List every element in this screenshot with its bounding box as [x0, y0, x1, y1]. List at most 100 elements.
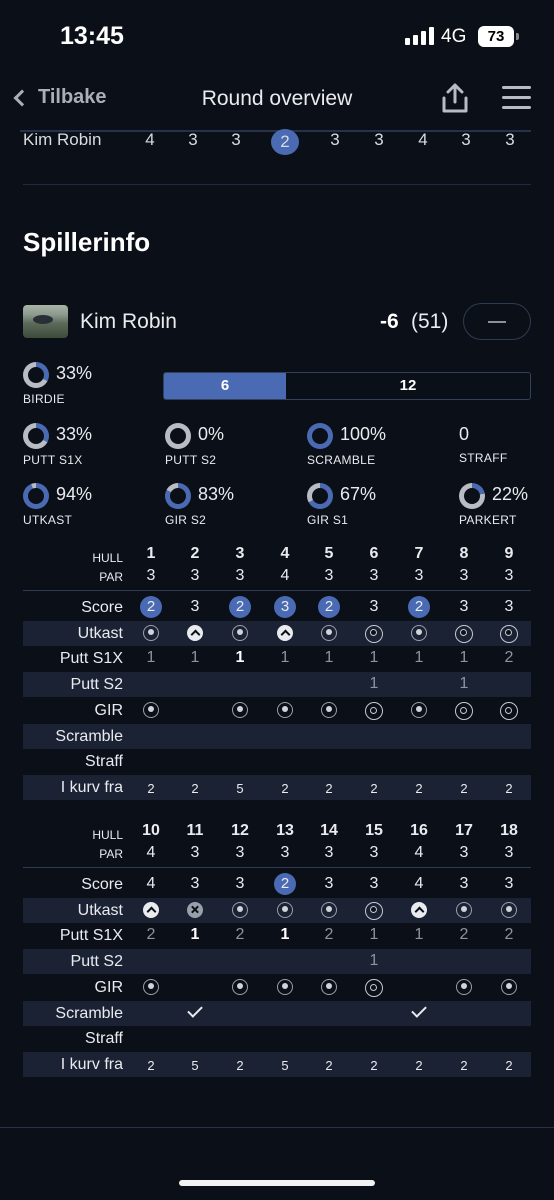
score-cell: 2 — [220, 596, 260, 618]
score-value: 3 — [459, 598, 469, 615]
nav-bar: Tilbake Round overview — [0, 78, 554, 124]
cell-value — [175, 1029, 215, 1049]
icon-cell — [265, 1004, 305, 1024]
basket-from-value: 5 — [281, 1057, 289, 1073]
icon-cell — [220, 727, 260, 747]
arrow-up-icon — [143, 901, 159, 918]
basket-from-value: 2 — [460, 780, 468, 796]
cell-value — [265, 1029, 305, 1049]
putt-value: 2 — [235, 926, 245, 944]
target-icon — [321, 624, 337, 641]
status-time: 13:45 — [60, 22, 124, 50]
score-cell: 2 — [131, 596, 171, 618]
chevron-left-icon — [13, 89, 31, 106]
row-label: Straff — [85, 753, 123, 771]
basket-from-value: 2 — [147, 1057, 155, 1073]
score-cell: 4 — [399, 875, 439, 895]
divider — [23, 590, 531, 591]
battery-icon: 73 — [478, 26, 514, 47]
stat-value: 33% — [56, 424, 93, 444]
cell-value — [309, 952, 349, 972]
menu-icon — [502, 86, 531, 89]
score-cell: 3 — [220, 875, 260, 895]
top-row-score: 3 — [374, 130, 384, 149]
row-putt-s1x: Putt S1X 2 1 2 1 2 1 1 2 2 — [23, 923, 531, 948]
row-scramble: Scramble — [23, 723, 531, 749]
hole-number: 9 — [504, 545, 514, 562]
score-cell: 2 — [309, 596, 349, 618]
icon-cell — [399, 624, 439, 644]
target-ring-icon — [455, 701, 473, 720]
cell-value — [489, 952, 529, 972]
stat-label: PARKERT — [459, 513, 517, 527]
battery-tip — [516, 33, 519, 40]
par-row: PAR 4 3 3 3 3 3 4 3 3 — [0, 844, 554, 864]
icon-cell — [444, 978, 484, 998]
icon-cell — [354, 701, 394, 721]
icon-cell — [444, 624, 484, 644]
basket-from-value: 2 — [370, 1057, 378, 1073]
cell-value: 1 — [369, 675, 379, 693]
cell-value — [220, 1029, 260, 1049]
menu-button[interactable] — [502, 86, 531, 110]
cell-value: 1 — [459, 675, 469, 693]
putt-value: 1 — [190, 649, 200, 667]
toggle-option-6[interactable]: 6 — [164, 373, 286, 399]
target-icon — [456, 901, 472, 918]
icon-cell — [309, 1004, 349, 1024]
arrow-up-icon — [277, 624, 293, 641]
score-value: 3 — [190, 598, 200, 615]
basket-from-value: 5 — [191, 1057, 199, 1073]
cell-value — [489, 675, 529, 695]
par-value: 3 — [504, 567, 514, 584]
target-ring-icon — [500, 624, 518, 643]
score-badge: 2 — [408, 596, 430, 618]
donut-icon — [165, 483, 191, 509]
row-label: Score — [81, 876, 123, 893]
par-value: 3 — [459, 844, 469, 861]
row-scramble: Scramble — [23, 1000, 531, 1026]
row-straff: Straff — [23, 1026, 531, 1051]
hole-number: 18 — [500, 822, 518, 839]
target-ring-icon — [365, 978, 383, 997]
donut-icon — [23, 362, 49, 388]
minus-icon — [488, 321, 506, 323]
hole-number-row: HULL 10 11 12 13 14 15 16 17 18 — [0, 822, 554, 844]
toggle-option-12[interactable]: 12 — [286, 373, 530, 399]
score-cell: 3 — [175, 598, 215, 618]
signal-icon — [405, 27, 434, 45]
hole-number: 4 — [280, 545, 290, 562]
stat-label: GIR S1 — [307, 513, 349, 527]
x-icon — [187, 901, 203, 918]
row-score: Score 4 3 3 2 3 3 4 3 3 — [23, 872, 531, 897]
par-value: 3 — [369, 567, 379, 584]
target-icon — [232, 901, 248, 918]
score-cell: 3 — [489, 875, 529, 895]
hole-number: 14 — [320, 822, 338, 839]
icon-cell — [175, 624, 215, 644]
hull-label: HULL — [92, 828, 123, 842]
share-button[interactable] — [440, 82, 470, 114]
donut-icon — [307, 423, 333, 449]
back-button[interactable]: Tilbake — [12, 86, 107, 109]
icon-cell — [265, 701, 305, 721]
par-label: PAR — [99, 847, 123, 861]
icon-cell — [309, 901, 349, 921]
icon-cell — [309, 701, 349, 721]
target-icon — [321, 701, 337, 718]
icon-cell — [309, 727, 349, 747]
score-badge: 2 — [140, 596, 162, 618]
icon-cell — [309, 978, 349, 998]
target-ring-icon — [365, 624, 383, 643]
score-cell: 3 — [444, 875, 484, 895]
collapse-button[interactable] — [463, 303, 531, 340]
top-row-score: 4 — [418, 130, 428, 149]
home-indicator — [179, 1180, 375, 1186]
icon-cell — [220, 701, 260, 721]
player-name: Kim Robin — [80, 310, 177, 333]
putt-value: 2 — [324, 926, 334, 944]
avatar — [23, 305, 68, 338]
cell-value — [399, 752, 439, 772]
target-icon — [232, 701, 248, 718]
par-value: 3 — [414, 567, 424, 584]
